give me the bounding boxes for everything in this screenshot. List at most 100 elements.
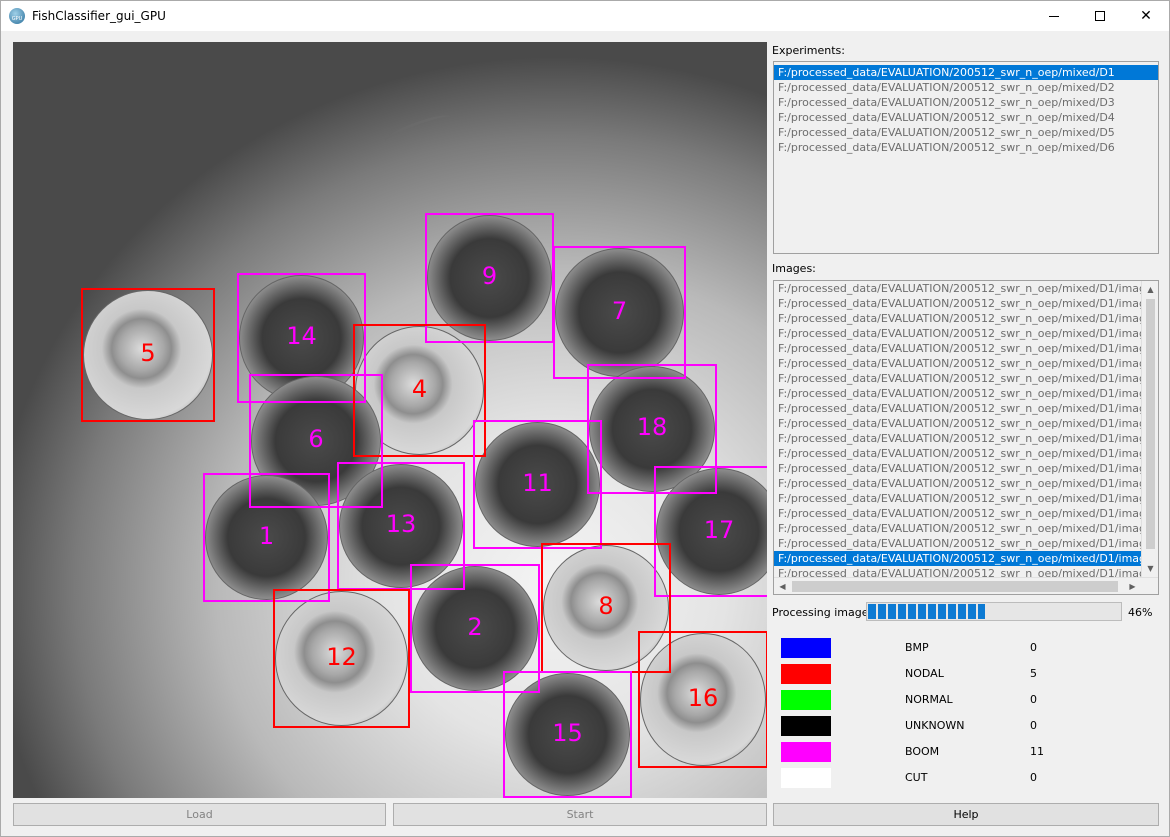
- legend-count: 11: [1030, 745, 1044, 758]
- image-item[interactable]: F:/processed_data/EVALUATION/200512_swr_…: [774, 536, 1142, 551]
- detection-box-5: 5: [81, 288, 215, 422]
- detection-label: 1: [258, 521, 275, 550]
- minimize-icon: [1049, 15, 1059, 17]
- detection-label: 15: [552, 718, 583, 747]
- image-item[interactable]: F:/processed_data/EVALUATION/200512_swr_…: [774, 296, 1142, 311]
- legend-class-name: BMP: [905, 641, 929, 654]
- experiments-listbox[interactable]: F:/processed_data/EVALUATION/200512_swr_…: [773, 61, 1159, 254]
- scroll-thumb[interactable]: [792, 581, 1118, 592]
- progress-fill: [868, 604, 985, 619]
- images-vertical-scrollbar[interactable]: ▲ ▼: [1141, 281, 1158, 577]
- scroll-down-icon[interactable]: ▼: [1142, 560, 1158, 577]
- progress-bar: [866, 602, 1122, 621]
- experiment-item[interactable]: F:/processed_data/EVALUATION/200512_swr_…: [774, 125, 1158, 140]
- legend-count: 0: [1030, 693, 1037, 706]
- detection-label: 17: [703, 515, 735, 544]
- image-item[interactable]: F:/processed_data/EVALUATION/200512_swr_…: [774, 371, 1142, 386]
- app-window: GPU FishClassifier_gui_GPU ✕ 5 14 9 7 4 6 18 11…: [0, 0, 1170, 837]
- legend-swatch: [781, 742, 831, 762]
- close-button[interactable]: ✕: [1123, 1, 1169, 31]
- image-item[interactable]: F:/processed_data/EVALUATION/200512_swr_…: [774, 446, 1142, 461]
- detection-label: 16: [687, 683, 719, 712]
- window-title: FishClassifier_gui_GPU: [32, 9, 166, 23]
- images-label: Images:: [772, 262, 816, 275]
- image-item[interactable]: F:/processed_data/EVALUATION/200512_swr_…: [774, 476, 1142, 491]
- legend-count: 5: [1030, 667, 1037, 680]
- legend-count: 0: [1030, 771, 1037, 784]
- experiment-item[interactable]: F:/processed_data/EVALUATION/200512_swr_…: [774, 140, 1158, 155]
- legend-row-cut: CUT 0: [781, 768, 1161, 788]
- detection-label: 11: [522, 468, 553, 497]
- image-item[interactable]: F:/processed_data/EVALUATION/200512_swr_…: [774, 326, 1142, 341]
- image-item[interactable]: F:/processed_data/EVALUATION/200512_swr_…: [774, 281, 1142, 296]
- progress-percent: 46%: [1128, 606, 1153, 619]
- image-item[interactable]: F:/processed_data/EVALUATION/200512_swr_…: [774, 506, 1142, 521]
- load-button[interactable]: Load: [13, 803, 386, 826]
- legend-row-normal: NORMAL 0: [781, 690, 1161, 710]
- detection-label: 8: [598, 592, 614, 620]
- legend-class-name: BOOM: [905, 745, 940, 758]
- image-item[interactable]: F:/processed_data/EVALUATION/200512_swr_…: [774, 356, 1142, 371]
- image-item[interactable]: F:/processed_data/EVALUATION/200512_swr_…: [774, 431, 1142, 446]
- detection-label: 6: [308, 425, 324, 453]
- image-item[interactable]: F:/processed_data/EVALUATION/200512_swr_…: [774, 416, 1142, 431]
- maximize-icon: [1095, 11, 1105, 21]
- image-item[interactable]: F:/processed_data/EVALUATION/200512_swr_…: [774, 461, 1142, 476]
- image-item[interactable]: F:/processed_data/EVALUATION/200512_swr_…: [774, 386, 1142, 401]
- detection-label: 14: [286, 322, 317, 350]
- scroll-thumb[interactable]: [1146, 299, 1155, 549]
- title-bar[interactable]: GPU FishClassifier_gui_GPU ✕: [1, 1, 1169, 31]
- experiment-item[interactable]: F:/processed_data/EVALUATION/200512_swr_…: [774, 110, 1158, 125]
- experiments-label: Experiments:: [772, 44, 845, 57]
- microscope-image-view: 5 14 9 7 4 6 18 11 1 13 17 8 2 12 16 15: [13, 42, 767, 798]
- detection-label: 2: [467, 612, 483, 641]
- image-item[interactable]: F:/processed_data/EVALUATION/200512_swr_…: [774, 401, 1142, 416]
- image-item[interactable]: F:/processed_data/EVALUATION/200512_swr_…: [774, 566, 1142, 577]
- images-listbox[interactable]: F:/processed_data/EVALUATION/200512_swr_…: [773, 280, 1159, 595]
- scroll-up-icon[interactable]: ▲: [1142, 281, 1158, 298]
- legend-class-name: CUT: [905, 771, 928, 784]
- scroll-right-icon[interactable]: ▶: [1124, 578, 1141, 594]
- detection-box-11: 11: [473, 420, 602, 549]
- maximize-button[interactable]: [1077, 1, 1123, 31]
- detection-box-12: 12: [273, 589, 410, 728]
- legend-swatch: [781, 664, 831, 684]
- image-item[interactable]: F:/processed_data/EVALUATION/200512_swr_…: [774, 311, 1142, 326]
- detection-box-15: 15: [503, 671, 632, 798]
- detection-label: 7: [611, 296, 628, 325]
- detection-box-7: 7: [553, 246, 686, 379]
- legend-row-nodal: NODAL 5: [781, 664, 1161, 684]
- detection-label: 13: [385, 510, 417, 538]
- detection-label: 18: [636, 413, 668, 441]
- image-item[interactable]: F:/processed_data/EVALUATION/200512_swr_…: [774, 521, 1142, 536]
- legend-count: 0: [1030, 719, 1037, 732]
- detection-label: 9: [481, 262, 498, 290]
- images-horizontal-scrollbar[interactable]: ◀ ▶: [774, 577, 1158, 594]
- detection-box-1: 1: [203, 473, 330, 602]
- detection-box-16: 16: [638, 631, 767, 768]
- legend-swatch: [781, 690, 831, 710]
- help-button[interactable]: Help: [773, 803, 1159, 826]
- legend-class-name: NORMAL: [905, 693, 953, 706]
- progress-label: Processing images: [772, 606, 875, 619]
- experiment-item[interactable]: F:/processed_data/EVALUATION/200512_swr_…: [774, 95, 1158, 110]
- close-icon: ✕: [1140, 8, 1152, 24]
- legend-class-name: UNKNOWN: [905, 719, 965, 732]
- legend-class-name: NODAL: [905, 667, 944, 680]
- detection-label: 5: [140, 339, 156, 367]
- start-button[interactable]: Start: [393, 803, 767, 826]
- minimize-button[interactable]: [1031, 1, 1077, 31]
- image-item[interactable]: F:/processed_data/EVALUATION/200512_swr_…: [774, 551, 1142, 566]
- legend-swatch: [781, 716, 831, 736]
- legend-row-boom: BOOM 11: [781, 742, 1161, 762]
- legend-swatch: [781, 638, 831, 658]
- legend-count: 0: [1030, 641, 1037, 654]
- detection-label: 12: [326, 642, 357, 671]
- scroll-left-icon[interactable]: ◀: [774, 578, 791, 594]
- legend-row-bmp: BMP 0: [781, 638, 1161, 658]
- legend-row-unknown: UNKNOWN 0: [781, 716, 1161, 736]
- image-item[interactable]: F:/processed_data/EVALUATION/200512_swr_…: [774, 491, 1142, 506]
- experiment-item[interactable]: F:/processed_data/EVALUATION/200512_swr_…: [774, 65, 1158, 80]
- image-item[interactable]: F:/processed_data/EVALUATION/200512_swr_…: [774, 341, 1142, 356]
- experiment-item[interactable]: F:/processed_data/EVALUATION/200512_swr_…: [774, 80, 1158, 95]
